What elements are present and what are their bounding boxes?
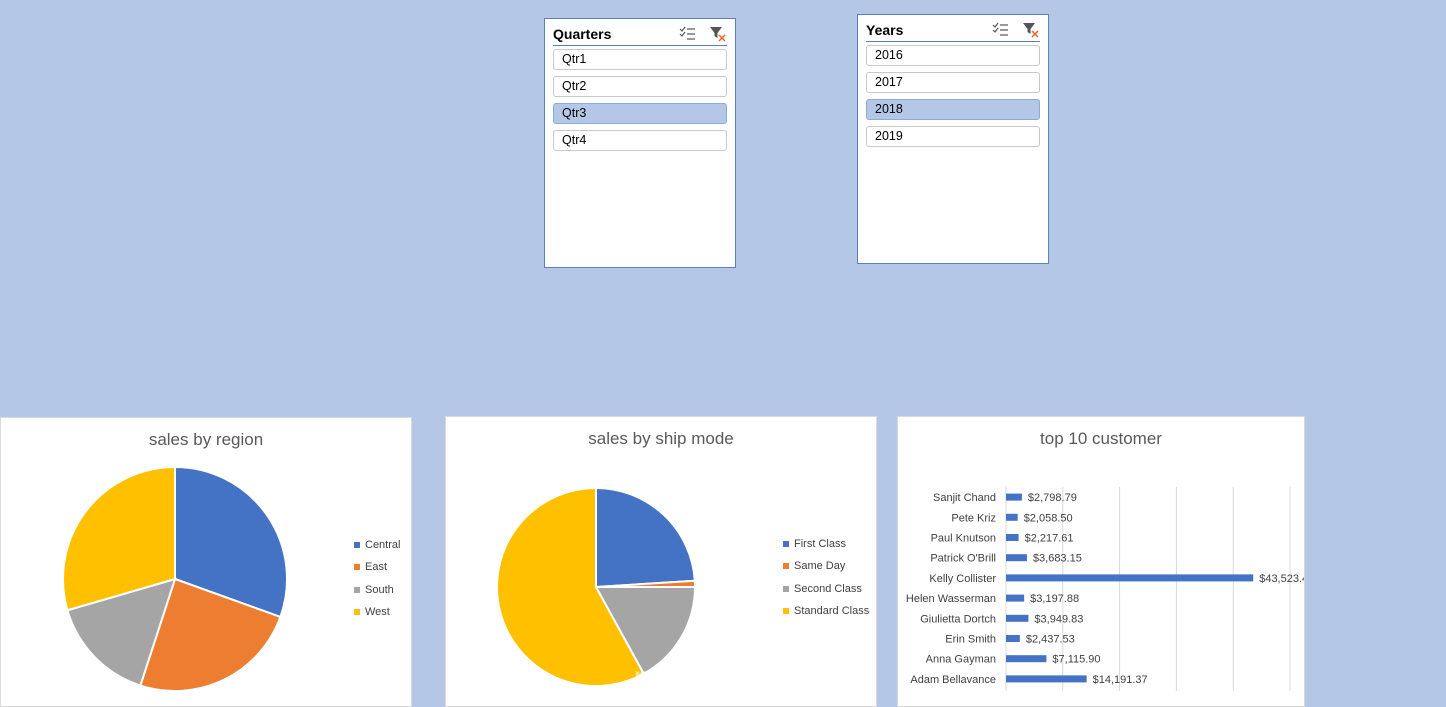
- legend-item[interactable]: East: [354, 556, 400, 578]
- slicer-header: Quarters: [553, 25, 727, 46]
- bar[interactable]: [1006, 513, 1018, 521]
- bar[interactable]: [1006, 675, 1087, 683]
- bar[interactable]: [1006, 594, 1025, 602]
- clear-filter-icon[interactable]: [709, 26, 727, 42]
- slicer-item-2017[interactable]: 2017: [866, 72, 1040, 93]
- clear-filter-icon[interactable]: [1022, 22, 1040, 38]
- data-label: $2,798.79: [1028, 492, 1077, 504]
- category-label: Patrick O'Brill: [930, 553, 996, 565]
- data-label: $2,217.61: [1025, 533, 1074, 545]
- bar[interactable]: [1006, 614, 1029, 622]
- category-label: Helen Wasserman: [906, 593, 996, 605]
- bar[interactable]: [1006, 574, 1254, 582]
- legend-item[interactable]: Same Day: [783, 555, 869, 577]
- bar[interactable]: [1006, 655, 1047, 663]
- bar[interactable]: [1006, 534, 1019, 541]
- category-label: Pete Kriz: [951, 512, 996, 524]
- legend-item[interactable]: South: [354, 579, 400, 601]
- data-label: $2,058.50: [1024, 512, 1073, 524]
- slicer-item-2018[interactable]: 2018: [866, 99, 1040, 120]
- legend-label: West: [365, 606, 390, 619]
- legend-item[interactable]: Second Class: [783, 578, 869, 600]
- legend-swatch: [354, 586, 360, 593]
- legend-label: First Class: [794, 538, 846, 551]
- legend-swatch: [783, 541, 789, 548]
- slicer-header: Years: [866, 21, 1040, 42]
- chart-legend: Central East South West: [354, 534, 400, 623]
- slicer-title: Years: [866, 22, 904, 38]
- legend-label: Standard Class: [794, 605, 870, 618]
- pie-slice-first-class[interactable]: [595, 486, 696, 589]
- legend-label: Second Class: [794, 582, 862, 595]
- bar[interactable]: [1006, 635, 1020, 642]
- sales-by-region-chart[interactable]: sales by region Central East South West: [0, 417, 412, 707]
- category-label: Sanjit Chand: [933, 492, 996, 504]
- legend-swatch: [354, 564, 360, 571]
- years-slicer: Years 2016 2017 2018 2019: [857, 14, 1049, 264]
- legend-item[interactable]: West: [354, 601, 400, 623]
- pie-chart: [62, 465, 288, 692]
- legend-item[interactable]: Central: [354, 534, 400, 556]
- legend-item[interactable]: Standard Class: [783, 600, 869, 622]
- legend-label: Same Day: [794, 560, 846, 573]
- multi-select-icon[interactable]: [679, 26, 697, 42]
- slicer-title: Quarters: [553, 26, 612, 42]
- chart-legend: First Class Same Day Second Class Standard …: [783, 533, 869, 622]
- category-label: Paul Knutson: [931, 533, 996, 545]
- quarters-slicer: Quarters Qtr1 Qtr2 Qtr3 Qtr4: [544, 18, 736, 268]
- legend-swatch: [783, 585, 789, 592]
- bar[interactable]: [1006, 493, 1022, 501]
- multi-select-icon[interactable]: [992, 22, 1010, 38]
- sales-by-ship-mode-chart[interactable]: sales by ship mode First Class Same Day Se…: [445, 416, 877, 707]
- bar-chart: Sanjit Chand $2,798.79 Pete Kriz $2,058.50 P…: [906, 487, 1305, 691]
- data-label: $3,197.88: [1030, 593, 1079, 605]
- legend-label: South: [365, 583, 394, 596]
- legend-swatch: [783, 563, 789, 570]
- slicer-item-qtr2[interactable]: Qtr2: [553, 76, 727, 97]
- data-label: $14,191.37: [1093, 674, 1148, 686]
- legend-label: East: [365, 561, 388, 574]
- data-label: $7,115.90: [1052, 654, 1100, 666]
- legend-swatch: [354, 542, 360, 549]
- data-label: $43,523.42: [1259, 573, 1305, 585]
- category-label: Erin Smith: [945, 634, 996, 646]
- bar[interactable]: [1006, 554, 1027, 562]
- legend-item[interactable]: First Class: [783, 533, 869, 555]
- top-10-customer-chart[interactable]: top 10 customer Sanjit Chand $2,798.79 Pet…: [897, 416, 1305, 707]
- slicer-item-2019[interactable]: 2019: [866, 126, 1040, 147]
- data-label: $3,949.83: [1034, 613, 1083, 625]
- watermark: mostaql.com: [634, 661, 795, 691]
- legend-swatch: [354, 609, 360, 616]
- legend-swatch: [783, 608, 789, 615]
- category-label: Adam Bellavance: [910, 674, 996, 686]
- data-label: $2,437.53: [1026, 634, 1075, 646]
- data-label: $3,683.15: [1033, 553, 1082, 565]
- category-label: Giulietta Dortch: [920, 613, 996, 625]
- legend-label: Central: [365, 539, 401, 552]
- category-label: Kelly Collister: [929, 573, 996, 585]
- slicer-item-qtr4[interactable]: Qtr4: [553, 130, 727, 151]
- slicer-item-qtr3[interactable]: Qtr3: [553, 103, 727, 124]
- slicer-item-qtr1[interactable]: Qtr1: [553, 49, 727, 70]
- category-label: Anna Gayman: [926, 654, 996, 666]
- slicer-item-2016[interactable]: 2016: [866, 45, 1040, 66]
